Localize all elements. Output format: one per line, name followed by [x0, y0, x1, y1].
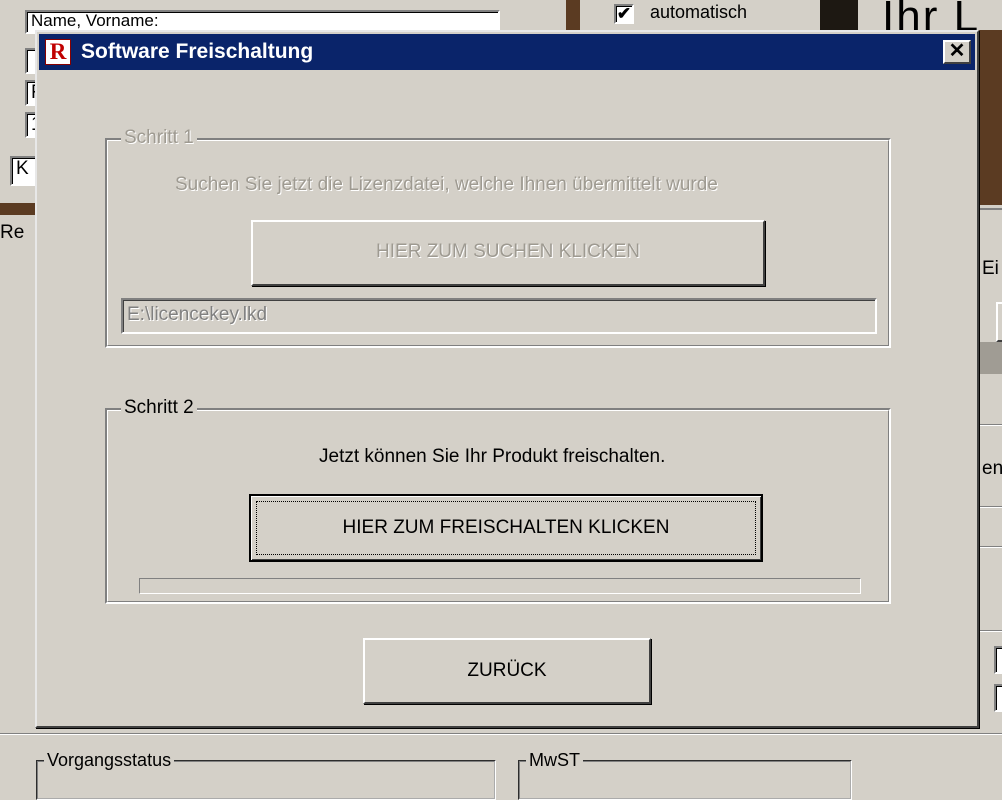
activate-product-button-label: HIER ZUM FREISCHALTEN KLICKEN — [342, 517, 670, 538]
activation-progress-bar — [139, 578, 861, 594]
mwst-group: MwST — [518, 750, 852, 800]
bg-right-control-1[interactable] — [996, 302, 1002, 342]
bg-field-5-value: K — [16, 158, 29, 179]
back-button-label: ZURÜCK — [467, 660, 547, 681]
automatisch-label: automatisch — [650, 2, 748, 22]
dark-block — [820, 0, 858, 30]
step2-instruction: Jetzt können Sie Ihr Produkt freischalte… — [319, 446, 666, 467]
bg-right-sep-4 — [979, 630, 1002, 632]
step2-group: Schritt 2 Jetzt können Sie Ihr Produkt f… — [105, 396, 891, 604]
step1-group: Schritt 1 Suchen Sie jetzt die Lizenzdat… — [105, 126, 891, 348]
wood-pillar-1 — [566, 0, 580, 30]
bg-right-field-2[interactable] — [994, 684, 1002, 712]
bg-right-sep-2 — [979, 506, 1002, 508]
vorgangsstatus-group: Vorgangsstatus — [36, 750, 496, 800]
dialog-title: Software Freischaltung — [81, 40, 314, 63]
vorgangsstatus-legend: Vorgangsstatus — [44, 750, 175, 770]
bg-right-sep-3 — [979, 546, 1002, 548]
license-path-value: E:\licencekey.lkd — [127, 304, 268, 325]
bg-right-sep-1 — [979, 424, 1002, 426]
bg-right-label-1: Ei — [982, 258, 999, 279]
bg-field-5[interactable]: K — [10, 156, 38, 186]
automatisch-checkbox[interactable]: ✔ — [614, 4, 634, 24]
name-field-value: Name, Vorname: — [31, 11, 159, 30]
step2-legend: Schritt 2 — [121, 396, 197, 420]
bg-right-field-1[interactable] — [994, 646, 1002, 674]
wood-strip-left — [0, 203, 36, 215]
search-license-button-label: HIER ZUM SUCHEN KLICKEN — [376, 241, 640, 262]
step1-legend: Schritt 1 — [121, 126, 197, 150]
bottom-divider — [0, 733, 1002, 735]
checkbox-check-icon: ✔ — [616, 4, 632, 23]
software-freischaltung-dialog: R Software Freischaltung ✕ Schritt 1 Suc… — [35, 30, 979, 728]
close-icon: ✕ — [948, 40, 966, 62]
bg-left-label: Re — [0, 222, 25, 243]
close-button[interactable]: ✕ — [943, 40, 971, 64]
bg-right-bar — [979, 342, 1002, 374]
right-frame-line — [979, 208, 1002, 210]
search-license-button[interactable]: HIER ZUM SUCHEN KLICKEN — [251, 220, 765, 286]
step1-instruction: Suchen Sie jetzt die Lizenzdatei, welche… — [175, 174, 718, 195]
dialog-titlebar[interactable]: R Software Freischaltung ✕ — [39, 34, 975, 70]
license-path-field: E:\licencekey.lkd — [121, 298, 877, 334]
wood-strip-right — [979, 30, 1002, 205]
mwst-legend: MwST — [526, 750, 583, 770]
bg-right-label-2: en: — [982, 458, 1002, 479]
back-button[interactable]: ZURÜCK — [363, 638, 651, 704]
activate-product-button[interactable]: HIER ZUM FREISCHALTEN KLICKEN — [249, 494, 763, 562]
app-logo-icon: R — [45, 39, 71, 65]
